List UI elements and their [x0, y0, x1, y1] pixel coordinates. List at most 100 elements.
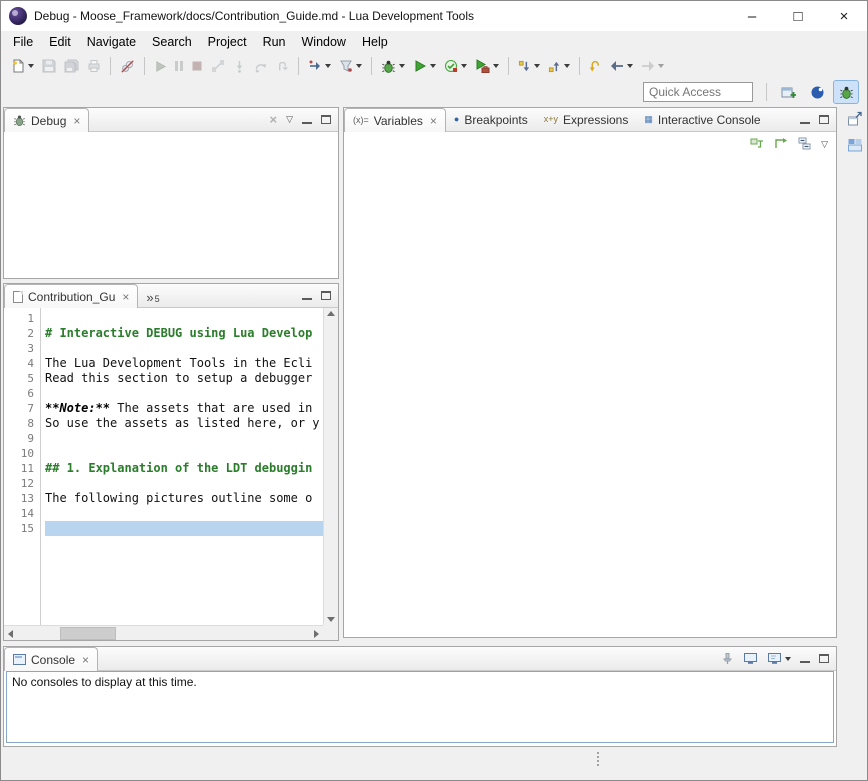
debug-perspective-button[interactable]: [833, 80, 859, 104]
editor-tab-overflow[interactable]: » 5: [138, 288, 167, 307]
tab-variables-icon: (x)=: [353, 116, 369, 125]
show-type-names-button[interactable]: [774, 137, 789, 151]
minimize-panel-button[interactable]: [800, 655, 810, 663]
editor-line[interactable]: [45, 506, 323, 521]
suspend-button[interactable]: [171, 54, 187, 78]
tab-variables[interactable]: (x)=Variables×: [344, 108, 446, 132]
view-menu-button[interactable]: ▽: [286, 114, 293, 125]
console-body[interactable]: No consoles to display at this time.: [6, 671, 834, 743]
save-all-button[interactable]: [60, 54, 83, 78]
minimize-panel-button[interactable]: [800, 116, 810, 124]
display-selected-console-button[interactable]: [743, 652, 758, 665]
pin-console-button[interactable]: [721, 652, 734, 665]
maximize-panel-button[interactable]: [321, 115, 331, 124]
run-button[interactable]: [409, 54, 440, 78]
tab-contribution-guide[interactable]: Contribution_Gu ×: [4, 284, 138, 308]
print-button[interactable]: [83, 54, 105, 78]
collapse-all-button[interactable]: [798, 137, 812, 151]
step-over-button[interactable]: [250, 54, 272, 78]
skip-all-breakpoints-button[interactable]: [116, 54, 139, 78]
menu-help[interactable]: Help: [354, 32, 396, 52]
menu-navigate[interactable]: Navigate: [79, 32, 144, 52]
editor-line[interactable]: The following pictures outline some o: [45, 491, 323, 506]
close-icon[interactable]: ×: [73, 114, 80, 128]
remove-terminated-button[interactable]: ×: [269, 113, 277, 126]
run-to-line-button[interactable]: [304, 54, 335, 78]
last-edit-location-button[interactable]: [585, 54, 606, 78]
use-step-filters-button[interactable]: [335, 54, 366, 78]
step-return-button[interactable]: [272, 54, 293, 78]
maximize-panel-button[interactable]: [819, 115, 829, 124]
tab-interactive-console[interactable]: ▦Interactive Console: [636, 108, 768, 131]
close-button[interactable]: ×: [821, 1, 867, 31]
resume-button[interactable]: [150, 54, 171, 78]
editor-line[interactable]: The Lua Development Tools in the Ecli: [45, 356, 323, 371]
new-button[interactable]: [7, 54, 38, 78]
close-icon[interactable]: ×: [82, 653, 89, 667]
editor-line[interactable]: So use the assets as listed here, or y: [45, 416, 323, 431]
restore-view-button[interactable]: [844, 108, 866, 130]
view-menu-button[interactable]: ▽: [821, 139, 828, 150]
editor-line[interactable]: [45, 341, 323, 356]
menu-search[interactable]: Search: [144, 32, 200, 52]
menu-edit[interactable]: Edit: [41, 32, 79, 52]
quick-access-input[interactable]: [644, 85, 752, 99]
lua-perspective-button[interactable]: [804, 80, 830, 104]
minimized-view-button[interactable]: [844, 134, 866, 156]
tab-breakpoints[interactable]: ●Breakpoints: [446, 108, 536, 131]
maximize-panel-button[interactable]: [321, 291, 331, 300]
show-logical-structure-button[interactable]: [750, 137, 765, 151]
menu-project[interactable]: Project: [200, 32, 255, 52]
scroll-up-icon[interactable]: [327, 311, 335, 316]
annotation-next-button[interactable]: [514, 54, 544, 78]
run-icon: [413, 59, 427, 73]
tab-debug[interactable]: Debug ×: [4, 108, 89, 132]
external-tools-button[interactable]: [471, 54, 503, 78]
tab-interactive-console-icon: ▦: [644, 115, 653, 124]
minimize-button[interactable]: –: [729, 1, 775, 31]
annotation-previous-button[interactable]: [544, 54, 574, 78]
minimize-panel-button[interactable]: [302, 116, 312, 124]
maximize-button[interactable]: □: [775, 1, 821, 31]
editor-code[interactable]: # Interactive DEBUG using Lua Develop The…: [45, 308, 323, 625]
editor-line[interactable]: [45, 446, 323, 461]
save-button[interactable]: [38, 54, 60, 78]
terminate-button[interactable]: [187, 54, 207, 78]
tab-expressions[interactable]: x+yExpressions: [536, 108, 637, 131]
scrollbar-thumb[interactable]: [60, 627, 116, 640]
editor-line[interactable]: [45, 311, 323, 326]
close-icon[interactable]: ×: [430, 114, 437, 128]
disconnect-button[interactable]: [207, 54, 229, 78]
editor-body[interactable]: 123456789101112131415 # Interactive DEBU…: [4, 308, 338, 640]
editor-line[interactable]: ## 1. Explanation of the LDT debuggin: [45, 461, 323, 476]
forward-button[interactable]: [637, 54, 668, 78]
open-perspective-button[interactable]: [775, 80, 801, 104]
editor-vertical-scrollbar[interactable]: [323, 308, 338, 625]
step-into-button[interactable]: [229, 54, 250, 78]
window-resize-handle[interactable]: [595, 750, 601, 768]
menu-run[interactable]: Run: [255, 32, 294, 52]
back-button[interactable]: [606, 54, 637, 78]
editor-line[interactable]: [45, 431, 323, 446]
scroll-right-icon[interactable]: [314, 630, 319, 638]
maximize-panel-button[interactable]: [819, 654, 829, 663]
scroll-left-icon[interactable]: [8, 630, 13, 638]
open-console-button[interactable]: [767, 652, 791, 665]
scroll-down-icon[interactable]: [327, 617, 335, 622]
editor-line[interactable]: # Interactive DEBUG using Lua Develop: [45, 326, 323, 341]
coverage-button[interactable]: [440, 54, 471, 78]
line-number: 11: [4, 461, 34, 476]
editor-horizontal-scrollbar[interactable]: [4, 625, 323, 640]
editor-line[interactable]: **Note:** The assets that are used in: [45, 401, 323, 416]
debug-button[interactable]: [377, 54, 409, 78]
close-icon[interactable]: ×: [122, 290, 129, 304]
editor-line[interactable]: [45, 521, 323, 536]
editor-line[interactable]: Read this section to setup a debugger: [45, 371, 323, 386]
tab-console[interactable]: Console ×: [4, 647, 98, 671]
minimize-panel-button[interactable]: [302, 292, 312, 300]
line-number: 3: [4, 341, 34, 356]
menu-window[interactable]: Window: [294, 32, 354, 52]
editor-line[interactable]: [45, 386, 323, 401]
editor-line[interactable]: [45, 476, 323, 491]
menu-file[interactable]: File: [5, 32, 41, 52]
